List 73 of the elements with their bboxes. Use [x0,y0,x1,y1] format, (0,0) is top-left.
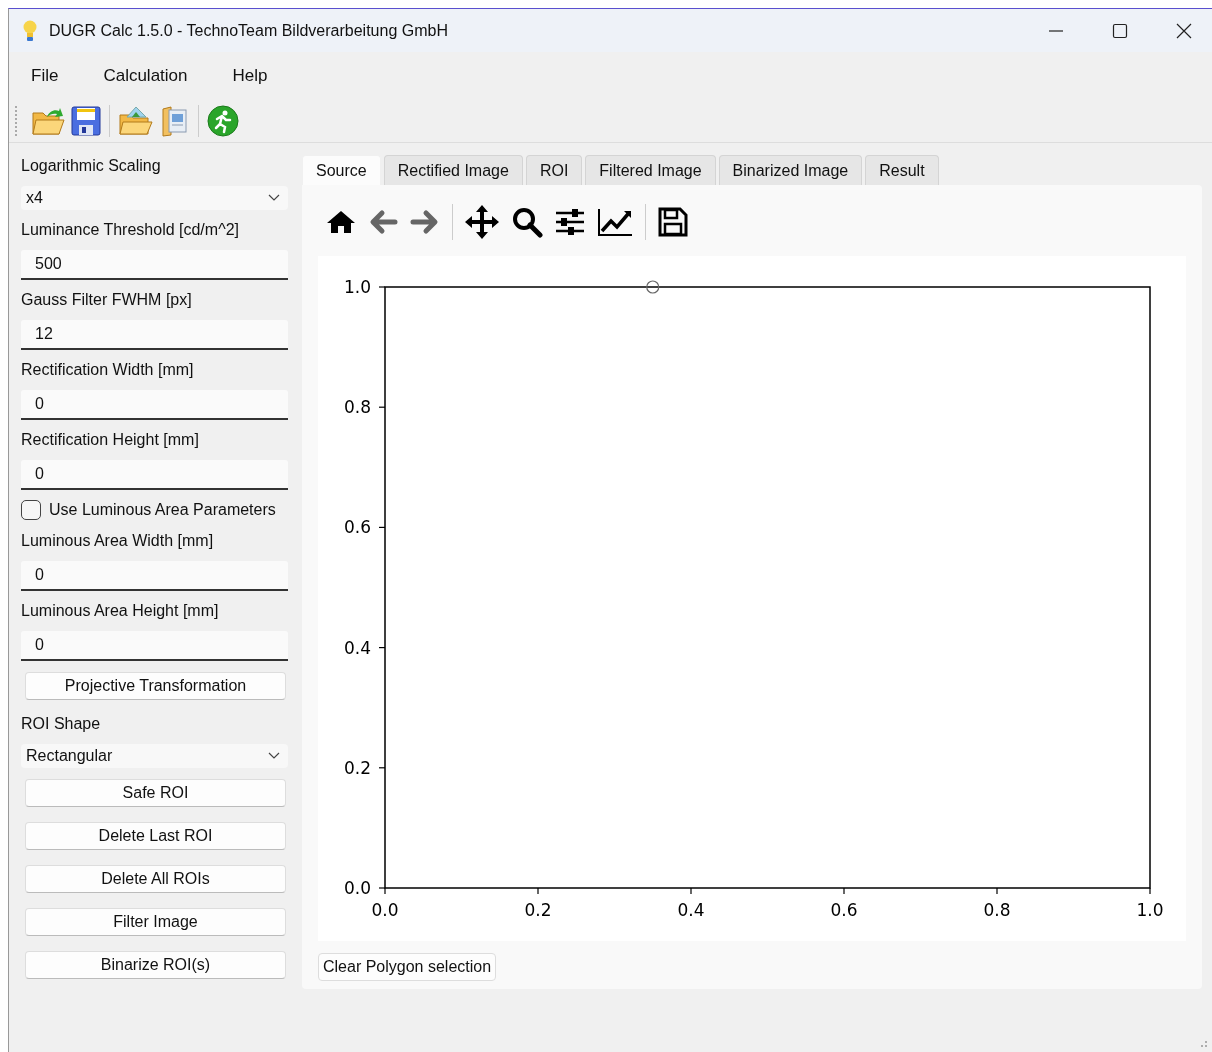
resize-grip-icon[interactable] [1198,1038,1208,1048]
input-field[interactable]: 500 [21,250,288,280]
input-field[interactable]: 0 [21,460,288,490]
field-label: Logarithmic Scaling [21,156,162,176]
field-label: Luminous Area Height [mm] [21,601,220,621]
tick-mark [378,526,386,528]
input-field[interactable]: 0 [21,561,288,591]
data-point [646,280,660,294]
tick-mark [537,887,539,895]
tick-label: 0.8 [343,397,371,418]
maximize-icon[interactable] [1112,22,1128,39]
input-field[interactable]: 12 [21,320,288,350]
tick-label: 0.2 [524,900,552,920]
tick-label: 1.0 [343,277,371,297]
tick-mark [690,887,692,895]
window-title: DUGR Calc 1.5.0 - TechnoTeam Bildverarbeitung GmbH [49,21,448,40]
action-button[interactable]: Filter Image [25,908,286,936]
field-label: Rectification Width [mm] [21,360,195,380]
dropdown[interactable]: x4 [21,186,288,210]
forward-arrow-icon[interactable] [410,209,440,235]
tick-label: 1.0 [1136,900,1164,920]
clear-selection-button[interactable]: Clear Polygon selection [318,953,497,981]
tick-label: 0.8 [983,900,1011,920]
action-button[interactable]: Safe ROI [25,779,286,807]
tick-label: 0.6 [830,900,858,920]
tick-mark [378,647,386,649]
tab[interactable]: Result [865,155,939,185]
field-label: Rectification Height [mm] [21,430,200,450]
tick-mark [1149,887,1151,895]
move-icon[interactable] [465,205,499,239]
dropdown[interactable]: Rectangular [21,744,288,768]
input-field[interactable]: 0 [21,631,288,661]
field-label: Luminance Threshold [cd/m^2] [21,220,240,240]
running-figure-icon[interactable] [207,105,239,137]
input-field[interactable]: 0 [21,390,288,420]
tab[interactable]: Binarized Image [718,155,863,185]
tab[interactable]: Rectified Image [383,155,523,185]
close-icon[interactable] [1176,22,1192,39]
tick-mark [378,767,386,769]
tick-label: 0.6 [343,517,371,538]
checkbox-label[interactable]: Use Luminous Area Parameters [49,499,276,521]
tab[interactable]: Filtered Image [585,155,716,185]
chevron-down-icon [268,194,280,202]
action-button[interactable]: Delete Last ROI [25,822,286,850]
field-label: Luminous Area Width [mm] [21,531,215,551]
tick-mark [843,887,845,895]
tick-label: 0.4 [677,900,705,920]
magnifier-icon[interactable] [511,206,543,238]
line-chart-icon[interactable] [597,207,633,237]
lightbulb-icon [23,19,37,42]
menu-item[interactable]: Calculation [103,66,188,86]
tick-label: 0.2 [343,757,371,778]
checkbox[interactable] [21,500,41,520]
field-label: ROI Shape [21,714,102,734]
action-button[interactable]: Delete All ROIs [25,865,286,893]
tick-label: 0.4 [343,637,371,658]
tick-label: 0.0 [371,900,399,920]
action-button[interactable]: Projective Transformation [25,672,286,700]
tab[interactable]: ROI [525,155,583,185]
action-button[interactable]: Binarize ROI(s) [25,951,286,979]
tick-mark [996,887,998,895]
menu-item[interactable]: File [31,66,59,86]
image-folder-icon[interactable] [118,105,154,137]
home-icon[interactable] [326,209,356,235]
tick-label: 0.0 [343,878,371,898]
tab[interactable]: Source [302,155,381,185]
back-arrow-icon[interactable] [368,209,398,235]
tick-mark [378,286,386,288]
field-label: Gauss Filter FWHM [px] [21,290,193,310]
chevron-down-icon [268,752,280,760]
sliders-icon[interactable] [555,207,585,237]
menu-item[interactable]: Help [232,66,268,86]
tick-mark [378,406,386,408]
